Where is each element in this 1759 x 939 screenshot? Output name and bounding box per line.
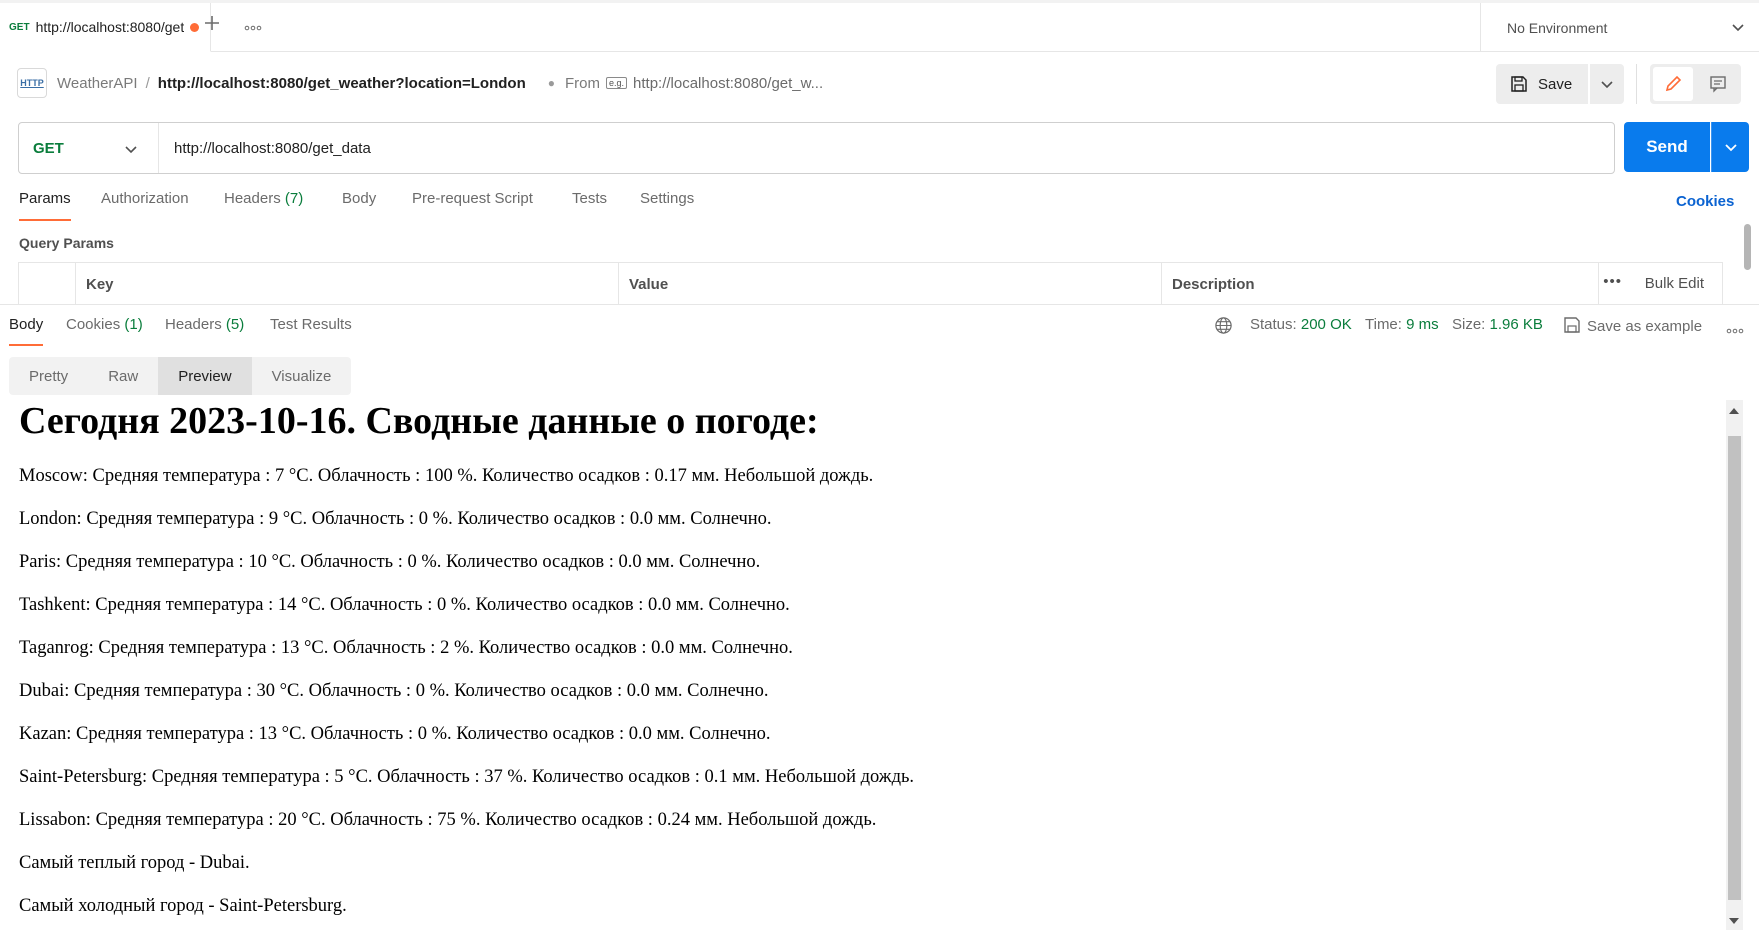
scroll-up-icon[interactable]: [1729, 408, 1739, 414]
column-description: Description: [1161, 263, 1598, 305]
request-name[interactable]: http://localhost:8080/get_weather?locati…: [158, 75, 526, 92]
column-value: Value: [618, 263, 1161, 305]
column-key: Key: [75, 263, 618, 305]
environment-label: No Environment: [1507, 19, 1608, 36]
params-table-header: Key Value Description ••• Bulk Edit: [18, 262, 1723, 305]
response-tab-test-results[interactable]: Test Results: [270, 316, 352, 333]
size-readout: Size: 1.96 KB: [1452, 316, 1543, 333]
save-label: Save: [1538, 75, 1573, 93]
query-params-title: Query Params: [19, 235, 114, 251]
more-tabs-icon[interactable]: [244, 18, 262, 36]
send-button[interactable]: Send: [1624, 122, 1710, 172]
preview-line: Paris: Средняя температура : 10 °C. Обла…: [19, 552, 761, 572]
comments-icon[interactable]: [1698, 67, 1738, 101]
environment-selector[interactable]: No Environment: [1480, 3, 1759, 52]
request-tabs: Params Authorization Headers (7) Body Pr…: [0, 190, 1759, 224]
chevron-down-icon: [1731, 19, 1745, 35]
more-options-icon[interactable]: •••: [1603, 273, 1622, 290]
http-request-icon: HTTP: [17, 68, 47, 98]
preview-line: Moscow: Средняя температура : 7 °C. Обла…: [19, 466, 874, 486]
preview-line: Kazan: Средняя температура : 13 °C. Обла…: [19, 724, 771, 744]
breadcrumb: HTTP WeatherAPI / http://localhost:8080/…: [17, 66, 823, 100]
bullet-icon: ●: [547, 76, 555, 90]
status-readout: Status: 200 OK: [1250, 316, 1352, 333]
tab-headers[interactable]: Headers (7): [224, 190, 303, 207]
more-options-icon[interactable]: [1726, 321, 1744, 338]
save-dropdown-button[interactable]: [1590, 64, 1624, 104]
mode-visualize[interactable]: Visualize: [252, 357, 352, 395]
tab-pre-request-script[interactable]: Pre-request Script: [412, 190, 533, 207]
edit-pencil-icon[interactable]: [1653, 67, 1693, 101]
scroll-down-icon[interactable]: [1729, 918, 1739, 924]
scrollbar-thumb[interactable]: [1728, 436, 1741, 900]
mode-raw[interactable]: Raw: [88, 357, 158, 395]
breadcrumb-separator: /: [145, 74, 150, 92]
preview-line: Tashkent: Средняя температура : 14 °C. О…: [19, 595, 790, 615]
save-icon: [1564, 317, 1580, 333]
preview-line: Dubai: Средняя температура : 30 °C. Обла…: [19, 681, 769, 701]
preview-line: Taganrog: Средняя температура : 13 °C. О…: [19, 638, 793, 658]
url-bar: GET: [18, 122, 1615, 174]
send-dropdown-button[interactable]: [1711, 122, 1749, 172]
preview-line: London: Средняя температура : 9 °C. Обла…: [19, 509, 772, 529]
tab-method: GET: [9, 21, 30, 33]
preview-scrollbar[interactable]: [1726, 400, 1743, 930]
breadcrumb-collection[interactable]: WeatherAPI: [57, 75, 138, 92]
method-select[interactable]: GET: [19, 123, 159, 173]
url-input[interactable]: [174, 139, 1594, 157]
tab-settings[interactable]: Settings: [640, 190, 694, 207]
preview-heading: Сегодня 2023-10-16. Сводные данные о пог…: [19, 400, 819, 442]
from-url-link[interactable]: http://localhost:8080/get_w...: [633, 75, 823, 92]
chevron-down-icon: [1724, 144, 1737, 152]
cookies-link[interactable]: Cookies: [1676, 193, 1734, 210]
tab-title: http://localhost:8080/get_data: [35, 19, 184, 35]
globe-icon[interactable]: [1214, 316, 1233, 339]
unsaved-dot-icon: [189, 22, 199, 32]
response-tab-body[interactable]: Body: [9, 316, 44, 346]
preview-line: Lissabon: Средняя температура : 20 °C. О…: [19, 810, 877, 830]
view-mode-selector: Pretty Raw Preview Visualize: [9, 357, 352, 395]
request-scrollbar[interactable]: [1744, 224, 1751, 270]
time-readout: Time: 9 ms: [1365, 316, 1439, 333]
response-preview: Сегодня 2023-10-16. Сводные данные о пог…: [0, 400, 1726, 939]
tab-body[interactable]: Body: [342, 190, 376, 207]
save-button[interactable]: Save: [1496, 64, 1588, 104]
example-icon: e.g.: [606, 77, 628, 89]
chevron-down-icon: [124, 141, 138, 158]
view-toggle: [1650, 64, 1741, 104]
mode-preview[interactable]: Preview: [158, 357, 252, 395]
save-icon: [1510, 75, 1528, 93]
save-as-example-button[interactable]: Save as example: [1563, 316, 1702, 335]
response-tabs: Body Cookies (1) Headers (5) Test Result…: [0, 316, 1759, 350]
preview-line: Самый холодный город - Saint-Petersburg.: [19, 896, 347, 916]
from-label: From: [565, 74, 600, 92]
method-label: GET: [33, 139, 64, 157]
new-tab-plus-icon[interactable]: [203, 12, 221, 38]
preview-line: Самый теплый город - Dubai.: [19, 853, 250, 873]
preview-line: Saint-Petersburg: Средняя температура : …: [19, 767, 915, 787]
pane-divider[interactable]: [0, 304, 1759, 305]
response-tab-cookies[interactable]: Cookies (1): [66, 316, 143, 333]
bulk-edit-button[interactable]: Bulk Edit: [1645, 275, 1704, 292]
tab-params[interactable]: Params: [19, 190, 71, 221]
tab-tests[interactable]: Tests: [572, 190, 607, 207]
mode-pretty[interactable]: Pretty: [9, 357, 88, 395]
tab-authorization[interactable]: Authorization: [101, 190, 189, 207]
request-tab[interactable]: GET http://localhost:8080/get_data: [0, 3, 211, 52]
divider: [1636, 64, 1637, 104]
response-tab-headers[interactable]: Headers (5): [165, 316, 244, 333]
chevron-down-icon: [1601, 81, 1613, 89]
